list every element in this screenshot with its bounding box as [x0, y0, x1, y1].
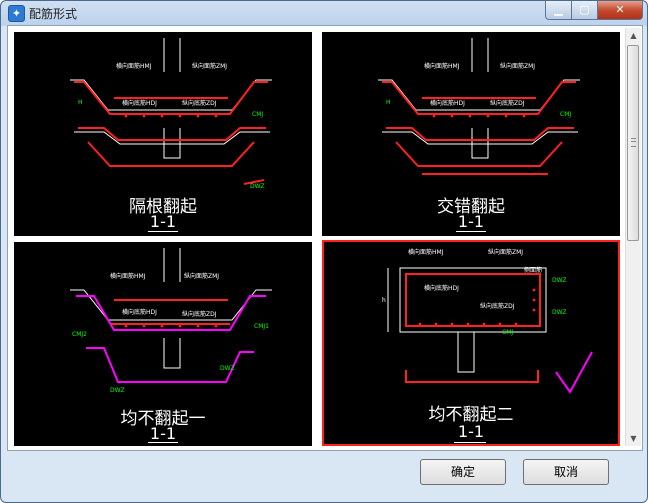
options-list: 横向面筋HMJ 纵向面筋ZMJ 横向底筋HDJ 纵向底筋ZDJ CMJ DWZ … [7, 25, 643, 451]
label-bot-long2: 纵向底筋ZDJ [490, 99, 525, 107]
window-title: 配筋形式 [29, 7, 78, 21]
diagram-4: 横向面筋HMJ 纵向面筋ZMJ 横向底筋HDJ 纵向底筋ZDJ 侧面筋 h DW… [382, 248, 593, 394]
scroll-thumb[interactable] [627, 45, 639, 241]
close-button[interactable]: ✕ [597, 1, 643, 20]
label-side: 侧面筋 [524, 266, 542, 274]
label-h: H [78, 99, 83, 106]
label-bot-long2: 纵向底筋ZDJ [182, 99, 217, 107]
label-top-long: 横向面筋HMJ [116, 62, 152, 70]
label-bot-long2: 纵向底筋ZDJ [182, 310, 217, 318]
option-section: 1-1 [149, 212, 177, 231]
maximize-button[interactable]: ▢ [571, 1, 598, 20]
option-panel-3[interactable]: 横向面筋HMJ 纵向面筋ZMJ 横向底筋HDJ 纵向底筋ZDJ CMJ2 CMJ… [14, 242, 312, 446]
cancel-button[interactable]: 取消 [523, 459, 609, 485]
diagram-1: 横向面筋HMJ 纵向面筋ZMJ 横向底筋HDJ 纵向底筋ZDJ CMJ DWZ … [70, 38, 272, 190]
option-section: 1-1 [457, 422, 485, 441]
app-icon: ✦ [8, 5, 25, 22]
scroll-down-icon[interactable]: ▼ [626, 431, 641, 446]
section-underline [148, 231, 178, 232]
option-panel-2[interactable]: 横向面筋HMJ 纵向面筋ZMJ 横向底筋HDJ 纵向底筋ZDJ CMJ H 交错… [322, 32, 620, 236]
label-dwz: DWZ [552, 277, 567, 284]
option-section: 1-1 [457, 212, 485, 231]
minimize-button[interactable]: ▁ [545, 1, 572, 20]
label-top-long2: 纵向面筋ZMJ [192, 62, 227, 70]
option-panel-4-selected[interactable]: 横向面筋HMJ 纵向面筋ZMJ 横向底筋HDJ 纵向底筋ZDJ 侧面筋 h DW… [322, 240, 620, 446]
label-bot-long: 横向底筋HDJ [430, 99, 465, 107]
label-cmj: CMJ [560, 111, 571, 118]
label-top-long: 横向面筋HMJ [110, 272, 146, 280]
label-dwz1: DWZ [110, 387, 125, 394]
label-dwz: DWZ [250, 183, 265, 190]
label-bot-long2: 纵向底筋ZDJ [480, 302, 515, 310]
label-cmj2: CMJ2 [72, 331, 87, 338]
label-h: H [386, 99, 391, 106]
option-section: 1-1 [149, 424, 177, 443]
section-underline [454, 442, 486, 443]
label-top-long: 横向面筋HMJ [424, 62, 460, 70]
label-bot-long: 横向底筋HDJ [122, 308, 157, 316]
label-cmj: CMJ [252, 111, 263, 118]
label-top-long2: 纵向面筋ZMJ [500, 62, 535, 70]
vertical-scrollbar[interactable]: ▲ ▼ [625, 28, 641, 446]
label-cmj: CMJ [502, 329, 513, 336]
label-dwz: DWZ [220, 365, 235, 372]
section-underline [148, 442, 178, 443]
label-dwz2: DWZ [552, 309, 567, 316]
label-top-long2: 纵向面筋ZMJ [488, 248, 523, 256]
diagram-2: 横向面筋HMJ 纵向面筋ZMJ 横向底筋HDJ 纵向底筋ZDJ CMJ H [378, 38, 580, 175]
check-mark [555, 351, 593, 394]
dialog-window: ✦ 配筋形式 ▁ ▢ ✕ 横向面筋HMJ 纵向面筋ZMJ 横向底筋HDJ 纵向底… [0, 0, 648, 503]
ok-button[interactable]: 确定 [420, 459, 506, 485]
diagram-3: 横向面筋HMJ 纵向面筋ZMJ 横向底筋HDJ 纵向底筋ZDJ CMJ2 CMJ… [70, 248, 272, 405]
title-bar: ✦ 配筋形式 ▁ ▢ ✕ [1, 1, 647, 25]
label-h: h [382, 297, 386, 304]
scroll-up-icon[interactable]: ▲ [626, 28, 641, 43]
label-cmj1: CMJ1 [254, 323, 269, 330]
label-bot-long: 横向底筋HDJ [122, 99, 157, 107]
grip-icon [631, 138, 636, 147]
label-bot-long: 横向底筋HDJ [424, 284, 459, 292]
label-top-long: 横向面筋HMJ [408, 248, 444, 256]
label-top-long2: 纵向面筋ZMJ [184, 272, 219, 280]
section-underline [456, 231, 486, 232]
option-panel-1[interactable]: 横向面筋HMJ 纵向面筋ZMJ 横向底筋HDJ 纵向底筋ZDJ CMJ DWZ … [14, 32, 312, 236]
